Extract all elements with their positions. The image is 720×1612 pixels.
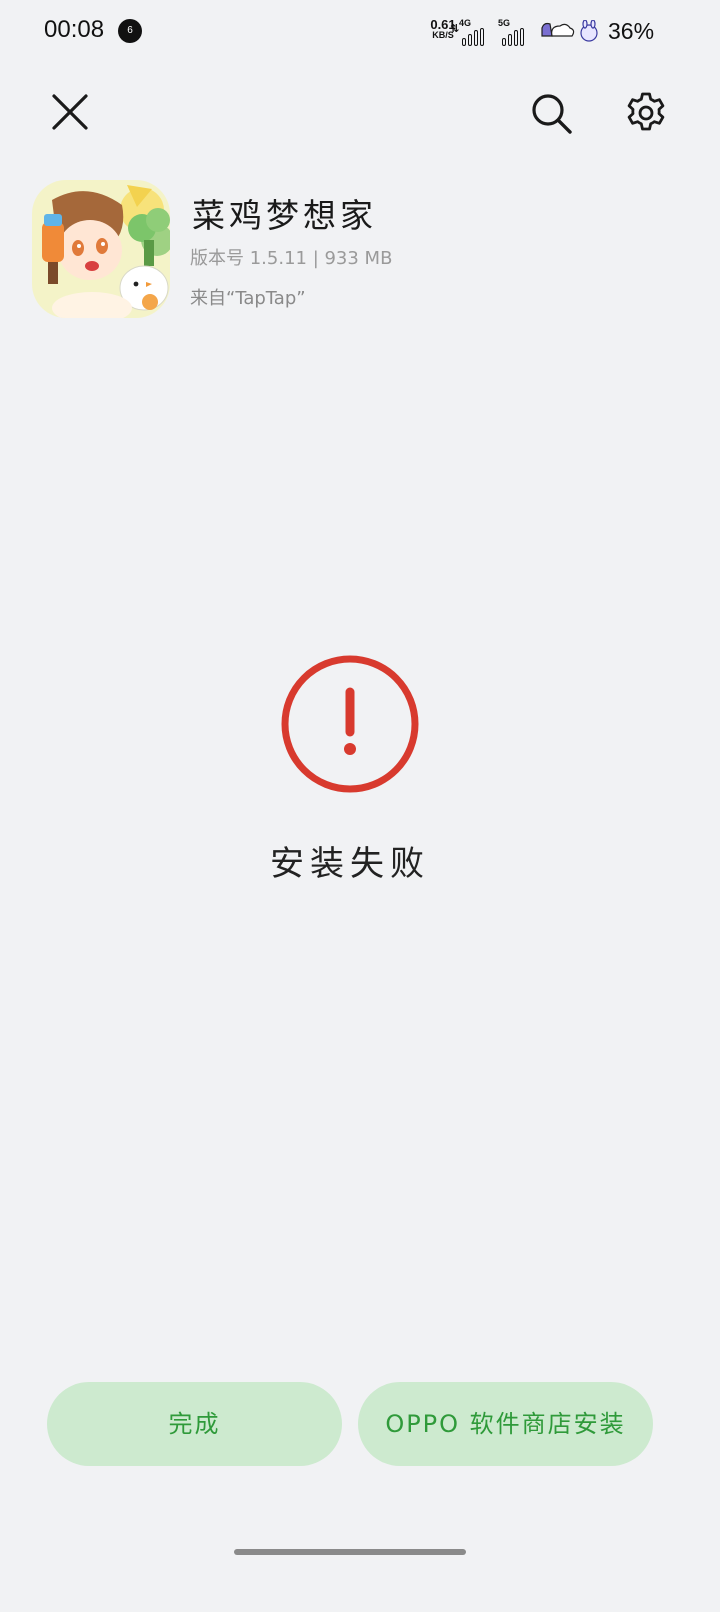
- app-icon-artwork: [32, 180, 170, 318]
- bunny-sticker-icon: [580, 20, 598, 42]
- done-button[interactable]: 完成: [47, 1382, 342, 1466]
- status-bar: 00:08 6 0.61 KB/S ⇅ 4G 5G 36%: [0, 0, 720, 64]
- home-indicator[interactable]: [234, 1549, 466, 1555]
- notification-badge-icon: 6: [118, 19, 142, 43]
- gear-icon[interactable]: [624, 91, 668, 135]
- signal-4g-icon: ⇅ 4G: [450, 18, 494, 46]
- app-name: 菜鸡梦想家: [192, 196, 377, 235]
- signal-5g-label: 5G: [498, 18, 511, 28]
- app-icon: [32, 180, 170, 318]
- app-version: 版本号 1.5.11 | 933 MB: [190, 248, 393, 269]
- signal-4g-label: 4G: [459, 18, 472, 28]
- oppo-store-install-button[interactable]: OPPO 软件商店安装: [358, 1382, 653, 1466]
- app-source: 来自“TapTap”: [190, 288, 306, 309]
- install-status-message: 安装失败: [270, 844, 430, 884]
- search-icon[interactable]: [530, 92, 574, 136]
- status-time: 00:08: [44, 16, 105, 43]
- close-icon[interactable]: [50, 92, 90, 132]
- battery-level: 36%: [608, 18, 655, 44]
- error-icon: [281, 655, 419, 793]
- cloud-sticker-icon: [541, 22, 575, 37]
- signal-5g-icon: 5G: [496, 18, 536, 46]
